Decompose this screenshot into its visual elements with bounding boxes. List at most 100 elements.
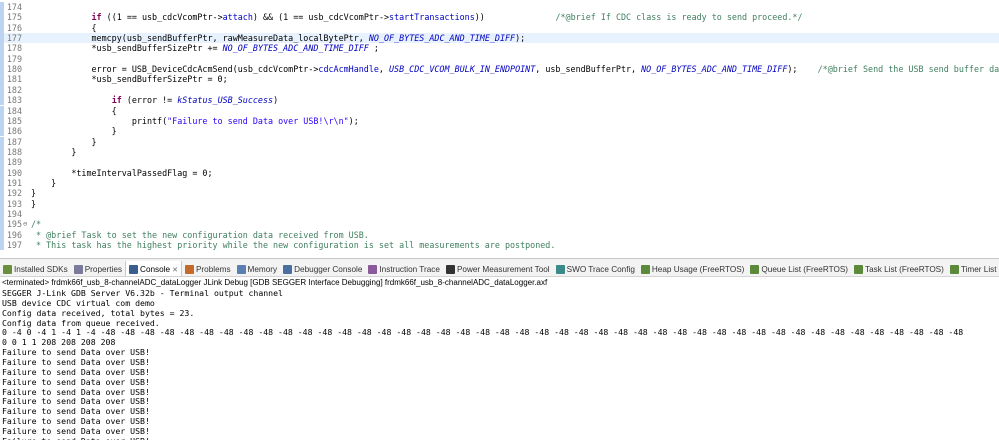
tab-label: Task List (FreeRTOS) (865, 265, 944, 274)
code-line[interactable]: 180 error = USB_DeviceCdcAcmSend(usb_cdc… (0, 64, 999, 75)
console-process-header: <terminated> frdmk66f_usb_8-channelADC_d… (2, 278, 548, 287)
code-text: memcpy(usb_sendBufferPtr, rawMeasureData… (91, 33, 526, 44)
tab-console[interactable]: Console ✕ (125, 261, 182, 276)
code-text: } (31, 136, 97, 147)
code-line[interactable]: 182 (0, 84, 999, 96)
code-line[interactable]: 174 (0, 2, 999, 13)
line-number: 179 (6, 53, 22, 64)
code-line[interactable]: 195 ⊖/* (0, 219, 999, 230)
code-text: } (31, 177, 57, 188)
console-line: 0 -4 0 -4 1 -4 1 -4 -48 -48 -48 -48 -48 … (2, 327, 964, 338)
code-text: printf("Failure to send Data over USB!\r… (31, 115, 359, 126)
console-icon (129, 265, 139, 274)
tab-debugger-console[interactable]: Debugger Console (280, 261, 365, 276)
line-number: 193 (6, 198, 22, 209)
timer-list-icon (949, 265, 959, 274)
code-line[interactable]: 189 (0, 157, 999, 168)
tab-label: Debugger Console (294, 265, 363, 274)
code-text: *usb_sendBufferSizePtr += NO_OF_BYTES_AD… (31, 43, 379, 54)
code-text: *usb_sendBufferSizePtr = 0; (31, 74, 228, 85)
code-line[interactable]: 196 * @brief Task to set the new configu… (0, 229, 999, 240)
fold-toggle-icon[interactable]: ⊖ (23, 219, 30, 229)
tab-label: Queue List (FreeRTOS) (761, 265, 849, 274)
tab-label: Installed SDKs (14, 265, 68, 274)
code-text: /* (31, 219, 42, 230)
line-number: 192 (6, 188, 22, 199)
line-number: 196 (6, 229, 22, 240)
tab-heap-usage-freertos[interactable]: Heap Usage (FreeRTOS) (638, 261, 748, 276)
tab-installed-sdks[interactable]: Installed SDKs (0, 261, 71, 276)
tab-timer-list-freertos[interactable]: Timer List (FreeRTOS) (947, 261, 999, 276)
tab-problems[interactable]: Problems (182, 261, 234, 276)
tab-queue-list-freertos[interactable]: Queue List (FreeRTOS) (747, 261, 851, 276)
code-line[interactable]: 179 (0, 53, 999, 65)
line-number: 184 (6, 105, 22, 116)
tab-properties[interactable]: Properties (71, 261, 125, 276)
line-number: 175 (6, 12, 22, 23)
code-line[interactable]: 185 printf("Failure to send Data over US… (0, 115, 999, 127)
code-line[interactable]: 188 } (0, 146, 999, 158)
view-tab-bar: Installed SDKs Properties Console ✕ Problems… (0, 258, 999, 277)
line-number: 187 (6, 136, 22, 147)
close-icon[interactable]: ✕ (172, 266, 178, 274)
code-editor[interactable]: 174 175 if ((1 == usb_cdcVcomPtr->attach)… (0, 0, 999, 258)
memory-icon (236, 265, 246, 274)
code-line[interactable]: 175 if ((1 == usb_cdcVcomPtr->attach) &&… (0, 12, 999, 23)
code-line[interactable]: 194 (0, 209, 999, 220)
tab-label: Console (140, 265, 171, 274)
code-line[interactable]: 193} (0, 198, 999, 209)
code-text: * @brief Task to set the new configurati… (36, 229, 369, 240)
tab-swo-trace-config[interactable]: SWO Trace Config (553, 261, 638, 276)
code-text: if (error != kStatus_USB_Success) (111, 95, 279, 106)
code-text: { (31, 105, 117, 116)
properties-icon (73, 265, 83, 274)
console-line: Failure to send Data over USB! (2, 376, 150, 387)
code-line[interactable]: 192} (0, 188, 999, 199)
code-line[interactable]: 183 if (error != kStatus_USB_Success) (0, 95, 999, 106)
tab-memory[interactable]: Memory (234, 261, 281, 276)
line-number: 177 (6, 33, 22, 44)
code-line[interactable]: 190 *timeIntervalPassedFlag = 0; (0, 167, 999, 178)
code-line[interactable]: 177 memcpy(usb_sendBufferPtr, rawMeasure… (0, 33, 999, 44)
line-number: 194 (6, 209, 22, 219)
code-line[interactable]: 187 } (0, 136, 999, 147)
code-text: if ((1 == usb_cdcVcomPtr->attach) && (1 … (91, 12, 803, 23)
line-number: 181 (6, 74, 22, 85)
heap-usage-icon (640, 265, 650, 274)
console-output[interactable]: SEGGER J-Link GDB Server V6.32b - Termin… (0, 288, 999, 440)
tab-power-measurement-tool[interactable]: Power Measurement Tool (443, 261, 553, 276)
code-line[interactable]: 176 { (0, 22, 999, 33)
tab-task-list-freertos[interactable]: Task List (FreeRTOS) (851, 261, 947, 276)
tab-label: Problems (195, 265, 231, 274)
tab-label: SWO Trace Config (566, 265, 635, 274)
code-text: *timeIntervalPassedFlag = 0; (31, 167, 213, 178)
line-number: 174 (6, 2, 22, 12)
line-number: 183 (6, 95, 22, 106)
tab-label: Properties (84, 265, 123, 274)
line-number: 178 (6, 43, 22, 54)
line-number: 186 (6, 126, 22, 137)
line-number: 188 (6, 146, 22, 157)
tab-label: Heap Usage (FreeRTOS) (651, 265, 745, 274)
code-line[interactable]: 186 } (0, 126, 999, 137)
code-text: } (31, 198, 37, 209)
console-line: Config data received, total bytes = 23. (2, 307, 195, 318)
code-text: error = USB_DeviceCdcAcmSend(usb_cdcVcom… (31, 64, 999, 75)
line-number: 180 (6, 64, 22, 75)
code-line[interactable]: 178 *usb_sendBufferSizePtr += NO_OF_BYTE… (0, 43, 999, 54)
tab-label: Memory (247, 265, 278, 274)
swo-trace-icon (555, 265, 565, 274)
code-line[interactable]: 191 } (0, 177, 999, 189)
tab-instruction-trace[interactable]: Instruction Trace (365, 261, 443, 276)
code-text: } (31, 146, 77, 157)
code-line[interactable]: 197 * This task has the highest priority… (0, 240, 999, 251)
line-number: 197 (6, 240, 22, 251)
code-text: { (31, 22, 97, 33)
code-line[interactable]: 181 *usb_sendBufferSizePtr = 0; (0, 74, 999, 85)
line-number: 189 (6, 157, 22, 168)
console-line: USB device CDC virtual com demo (2, 297, 155, 308)
code-line[interactable]: 184 { (0, 105, 999, 116)
line-number: 191 (6, 177, 22, 188)
power-icon (445, 265, 455, 274)
problems-icon (184, 265, 194, 274)
